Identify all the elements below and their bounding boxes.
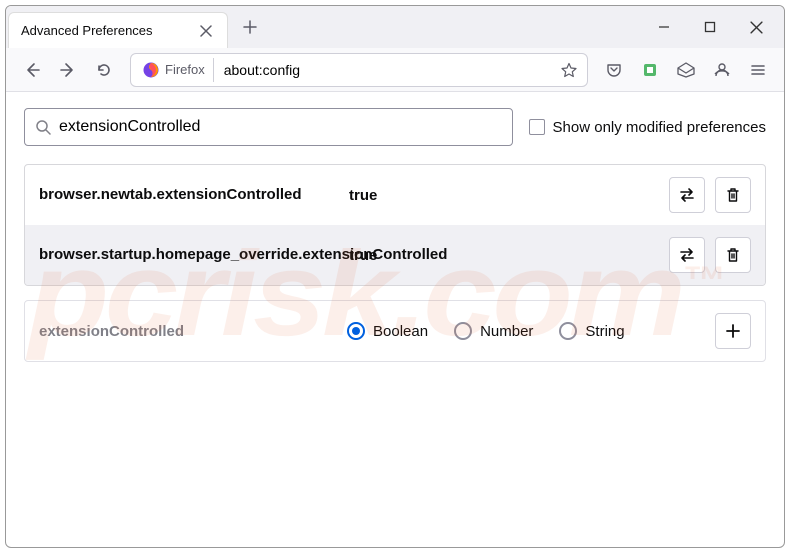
radio-label: Number	[480, 323, 533, 340]
tab-title: Advanced Preferences	[21, 23, 189, 38]
delete-button[interactable]	[715, 237, 751, 273]
window-controls	[642, 11, 782, 43]
preferences-table: browser.newtab.extensionControlled true …	[24, 164, 766, 286]
modified-only-checkbox[interactable]: Show only modified preferences	[529, 119, 766, 136]
pocket-icon[interactable]	[598, 54, 630, 86]
radio-label: String	[585, 323, 624, 340]
brand-label: Firefox	[165, 62, 205, 77]
trash-icon	[725, 247, 741, 263]
url-input[interactable]	[214, 62, 555, 78]
url-bar[interactable]: Firefox	[130, 53, 588, 87]
navigation-toolbar: Firefox	[6, 48, 784, 92]
radio-boolean[interactable]: Boolean	[347, 322, 428, 340]
pref-row: browser.startup.homepage_override.extens…	[25, 225, 765, 285]
browser-tab[interactable]: Advanced Preferences	[8, 12, 228, 48]
pref-name: browser.startup.homepage_override.extens…	[39, 245, 339, 265]
checkbox-label: Show only modified preferences	[553, 119, 766, 136]
radio-string[interactable]: String	[559, 322, 624, 340]
pref-row: browser.newtab.extensionControlled true	[25, 165, 765, 225]
toggle-button[interactable]	[669, 237, 705, 273]
swap-icon	[678, 187, 696, 203]
swap-icon	[678, 247, 696, 263]
firefox-icon	[143, 62, 159, 78]
radio-label: Boolean	[373, 323, 428, 340]
pref-name: browser.newtab.extensionControlled	[39, 185, 339, 205]
site-identity[interactable]: Firefox	[135, 58, 214, 82]
search-input[interactable]	[59, 118, 502, 136]
bookmark-star-icon[interactable]	[555, 56, 583, 84]
radio-icon	[559, 322, 577, 340]
delete-button[interactable]	[715, 177, 751, 213]
radio-number[interactable]: Number	[454, 322, 533, 340]
browser-window: Advanced Preferences	[5, 5, 785, 548]
trash-icon	[725, 187, 741, 203]
tab-bar: Advanced Preferences	[6, 6, 784, 48]
extension-icon[interactable]	[634, 54, 666, 86]
plus-icon	[725, 323, 741, 339]
page-content: Show only modified preferences browser.n…	[6, 92, 784, 378]
radio-icon	[347, 322, 365, 340]
reload-button[interactable]	[88, 54, 120, 86]
forward-button[interactable]	[52, 54, 84, 86]
checkbox-icon	[529, 119, 545, 135]
pref-value: true	[349, 187, 659, 204]
new-tab-button[interactable]	[234, 11, 266, 43]
new-pref-name: extensionControlled	[39, 323, 339, 340]
close-tab-icon[interactable]	[197, 22, 215, 40]
profile-icon[interactable]	[706, 54, 738, 86]
back-button[interactable]	[16, 54, 48, 86]
add-button[interactable]	[715, 313, 751, 349]
radio-icon	[454, 322, 472, 340]
close-window-button[interactable]	[734, 11, 778, 43]
pref-value: true	[349, 247, 659, 264]
inbox-icon[interactable]	[670, 54, 702, 86]
search-icon	[35, 119, 51, 135]
menu-icon[interactable]	[742, 54, 774, 86]
maximize-button[interactable]	[688, 11, 732, 43]
new-pref-row: extensionControlled Boolean Number Strin…	[24, 300, 766, 362]
toggle-button[interactable]	[669, 177, 705, 213]
minimize-button[interactable]	[642, 11, 686, 43]
type-radio-group: Boolean Number String	[347, 322, 707, 340]
search-box[interactable]	[24, 108, 513, 146]
search-row: Show only modified preferences	[24, 108, 766, 146]
